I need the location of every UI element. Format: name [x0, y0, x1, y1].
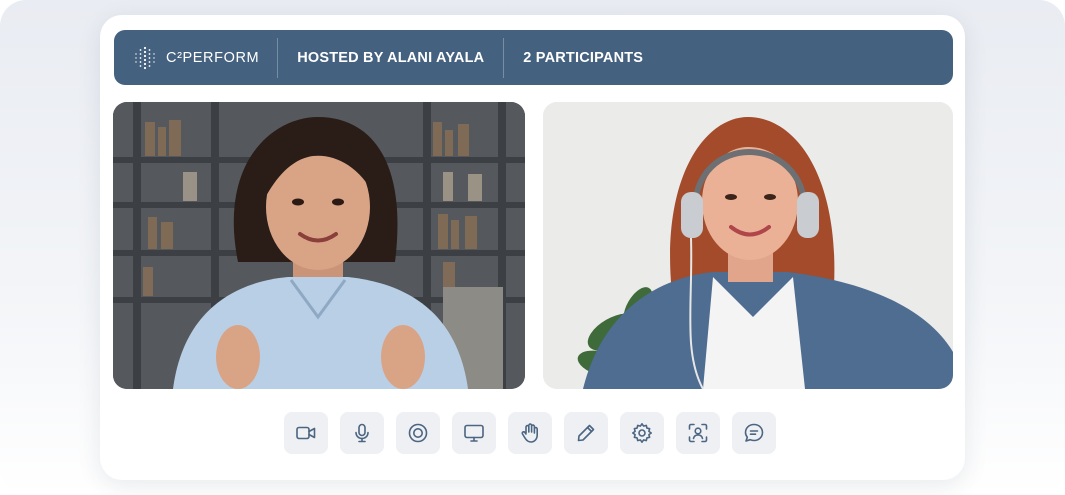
- brand-name: C²PERFORM: [166, 49, 260, 66]
- meeting-window: C²PERFORM HOSTED BY ALANI AYALA 2 PARTIC…: [100, 15, 965, 480]
- monitor-icon: [464, 424, 484, 442]
- record-icon: [408, 423, 428, 443]
- meeting-header: C²PERFORM HOSTED BY ALANI AYALA 2 PARTIC…: [114, 30, 953, 85]
- camera-button[interactable]: [284, 412, 328, 454]
- person-frame-icon: [688, 423, 708, 443]
- host-label: HOSTED BY ALANI AYALA: [297, 49, 485, 66]
- brand: C²PERFORM: [114, 30, 277, 85]
- brand-logo-icon: [135, 46, 155, 69]
- settings-button[interactable]: [620, 412, 664, 454]
- chat-button[interactable]: [732, 412, 776, 454]
- pen-icon: [577, 424, 595, 442]
- record-button[interactable]: [396, 412, 440, 454]
- participant-count: 2 PARTICIPANTS: [523, 49, 644, 66]
- microphone-icon: [355, 423, 369, 443]
- chat-icon: [744, 423, 764, 442]
- participant-video-1: [113, 102, 525, 389]
- participant-video-tile-2[interactable]: [543, 102, 953, 389]
- annotate-button[interactable]: [564, 412, 608, 454]
- participant-video-2: [543, 102, 953, 389]
- hand-icon: [521, 423, 538, 443]
- video-camera-icon: [296, 426, 316, 440]
- meeting-controls: [284, 412, 776, 454]
- microphone-button[interactable]: [340, 412, 384, 454]
- participant-video-tile-1[interactable]: [113, 102, 525, 389]
- focus-view-button[interactable]: [676, 412, 720, 454]
- screen-share-button[interactable]: [452, 412, 496, 454]
- gear-icon: [632, 423, 652, 443]
- raise-hand-button[interactable]: [508, 412, 552, 454]
